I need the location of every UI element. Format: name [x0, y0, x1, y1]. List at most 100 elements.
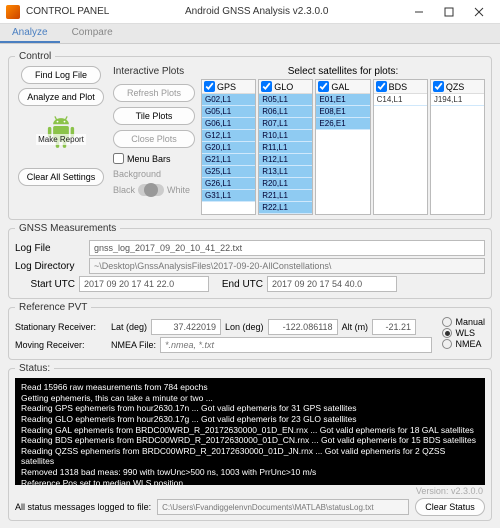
- nmea-label: NMEA: [455, 339, 481, 349]
- sat-col-label: GPS: [217, 82, 236, 92]
- sat-item[interactable]: R11,L1: [259, 142, 312, 154]
- pvt-group: Reference PVT Stationary Receiver: Lat (…: [8, 302, 492, 360]
- status-line: Reading GLO ephemeris from hour2630.17g …: [21, 414, 479, 425]
- log-dir-input[interactable]: [89, 258, 485, 274]
- background-label: Background: [113, 169, 195, 179]
- sat-item[interactable]: E26,E1: [316, 118, 369, 130]
- sat-col-gps: GPSG02,L1G05,L1G06,L1G12,L1G20,L1G21,L1G…: [201, 79, 256, 215]
- sat-checkbox-gal[interactable]: [318, 81, 329, 92]
- manual-label: Manual: [455, 317, 485, 327]
- sat-item[interactable]: G12,L1: [202, 130, 255, 142]
- moving-label: Moving Receiver:: [15, 340, 107, 350]
- status-line: Reading GAL ephemeris from BRDC00WRD_R_2…: [21, 425, 479, 436]
- sat-checkbox-qzs[interactable]: [433, 81, 444, 92]
- status-line: Reading BDS ephemeris from BRDC00WRD_R_2…: [21, 435, 479, 446]
- sat-item[interactable]: G26,L1: [202, 178, 255, 190]
- sat-item[interactable]: G20,L1: [202, 142, 255, 154]
- control-group: Control Find Log File Analyze and Plot M…: [8, 51, 492, 220]
- clear-status-button[interactable]: Clear Status: [415, 498, 485, 516]
- sat-item[interactable]: R21,L1: [259, 190, 312, 202]
- sat-col-label: BDS: [389, 82, 408, 92]
- status-line: Getting ephemeris, this can take a minut…: [21, 393, 479, 404]
- status-footer-label: All status messages logged to file:: [15, 502, 151, 512]
- menu-bars-checkbox[interactable]: [113, 153, 124, 164]
- plots-label: Interactive Plots: [113, 66, 195, 77]
- sat-item[interactable]: E01,E1: [316, 94, 369, 106]
- start-utc-input[interactable]: [79, 276, 209, 292]
- maximize-button[interactable]: [434, 2, 464, 22]
- sat-item[interactable]: G31,L1: [202, 190, 255, 202]
- sat-item[interactable]: E08,E1: [316, 106, 369, 118]
- control-legend: Control: [15, 51, 55, 62]
- sat-item[interactable]: G02,L1: [202, 94, 255, 106]
- tab-analyze[interactable]: Analyze: [0, 24, 60, 43]
- sat-col-glo: GLOR05,L1R06,L1R07,L1R10,L1R11,L1R12,L1R…: [258, 79, 313, 215]
- sat-item[interactable]: G06,L1: [202, 118, 255, 130]
- nmea-file-input[interactable]: [160, 337, 432, 353]
- sat-item[interactable]: R13,L1: [259, 166, 312, 178]
- sat-item[interactable]: R10,L1: [259, 130, 312, 142]
- sat-checkbox-glo[interactable]: [261, 81, 272, 92]
- sat-item[interactable]: R07,L1: [259, 118, 312, 130]
- tab-compare[interactable]: Compare: [60, 24, 125, 43]
- minimize-button[interactable]: [404, 2, 434, 22]
- sat-item[interactable]: J194,L1: [431, 94, 484, 106]
- clear-all-button[interactable]: Clear All Settings: [18, 168, 105, 186]
- sat-item[interactable]: G05,L1: [202, 106, 255, 118]
- sat-item[interactable]: R05,L1: [259, 94, 312, 106]
- close-button[interactable]: [464, 2, 494, 22]
- tile-plots-button[interactable]: Tile Plots: [113, 107, 195, 125]
- sat-checkbox-bds[interactable]: [376, 81, 387, 92]
- titlebar-center: Android GNSS Analysis v2.3.0.0: [109, 6, 404, 17]
- find-log-button[interactable]: Find Log File: [21, 66, 101, 84]
- lon-label: Lon (deg): [225, 322, 264, 332]
- background-toggle[interactable]: [138, 184, 164, 196]
- lat-input[interactable]: [151, 319, 221, 335]
- sat-item[interactable]: R22,L1: [259, 202, 312, 214]
- lon-input[interactable]: [268, 319, 338, 335]
- manual-radio[interactable]: [442, 317, 452, 327]
- tabbar: Analyze Compare: [0, 24, 500, 44]
- sat-col-bds: BDS C14,L1: [373, 79, 428, 215]
- sat-item[interactable]: C14,L1: [374, 94, 427, 106]
- nmea-radio[interactable]: [442, 339, 452, 349]
- version-value: v2.3.0.0: [451, 486, 483, 496]
- nmea-file-label: NMEA File:: [111, 340, 156, 350]
- log-file-label: Log File: [15, 243, 85, 254]
- sat-col-qzs: QZS J194,L1: [430, 79, 485, 215]
- status-line: Reference Pos set to median WLS position: [21, 478, 479, 485]
- refresh-plots-button[interactable]: Refresh Plots: [113, 84, 195, 102]
- sat-item[interactable]: G21,L1: [202, 154, 255, 166]
- alt-input[interactable]: [372, 319, 416, 335]
- status-line: Reading GPS ephemeris from hour2630.17n …: [21, 403, 479, 414]
- status-legend: Status:: [15, 363, 54, 374]
- end-utc-label: End UTC: [213, 279, 263, 290]
- sat-col-label: GAL: [331, 82, 349, 92]
- white-label: White: [167, 185, 190, 195]
- close-plots-button[interactable]: Close Plots: [113, 130, 195, 148]
- gnss-legend: GNSS Measurements: [15, 223, 120, 234]
- status-line: Reading QZSS ephemeris from BRDC00WRD_R_…: [21, 446, 479, 467]
- status-group: Status: Read 15966 raw measurements from…: [8, 363, 492, 521]
- log-file-input[interactable]: [89, 240, 485, 256]
- sat-col-label: QZS: [446, 82, 465, 92]
- sat-checkbox-gps[interactable]: [204, 81, 215, 92]
- status-log: Read 15966 raw measurements from 784 epo…: [15, 378, 485, 485]
- start-utc-label: Start UTC: [15, 279, 75, 290]
- gnss-group: GNSS Measurements Log File Log Directory…: [8, 223, 492, 299]
- sat-item[interactable]: R12,L1: [259, 154, 312, 166]
- menu-bars-label: Menu Bars: [127, 154, 171, 164]
- version-label: Version:: [416, 486, 449, 496]
- wls-label: WLS: [455, 328, 475, 338]
- end-utc-input[interactable]: [267, 276, 397, 292]
- alt-label: Alt (m): [342, 322, 369, 332]
- wls-radio[interactable]: [442, 328, 452, 338]
- sat-item[interactable]: R20,L1: [259, 178, 312, 190]
- analyze-plot-button[interactable]: Analyze and Plot: [18, 88, 104, 106]
- black-label: Black: [113, 185, 135, 195]
- status-log-path[interactable]: [157, 499, 409, 515]
- sat-item[interactable]: R06,L1: [259, 106, 312, 118]
- make-report-label: Make Report: [36, 134, 86, 145]
- make-report-button[interactable]: Make Report: [40, 112, 82, 154]
- sat-item[interactable]: G25,L1: [202, 166, 255, 178]
